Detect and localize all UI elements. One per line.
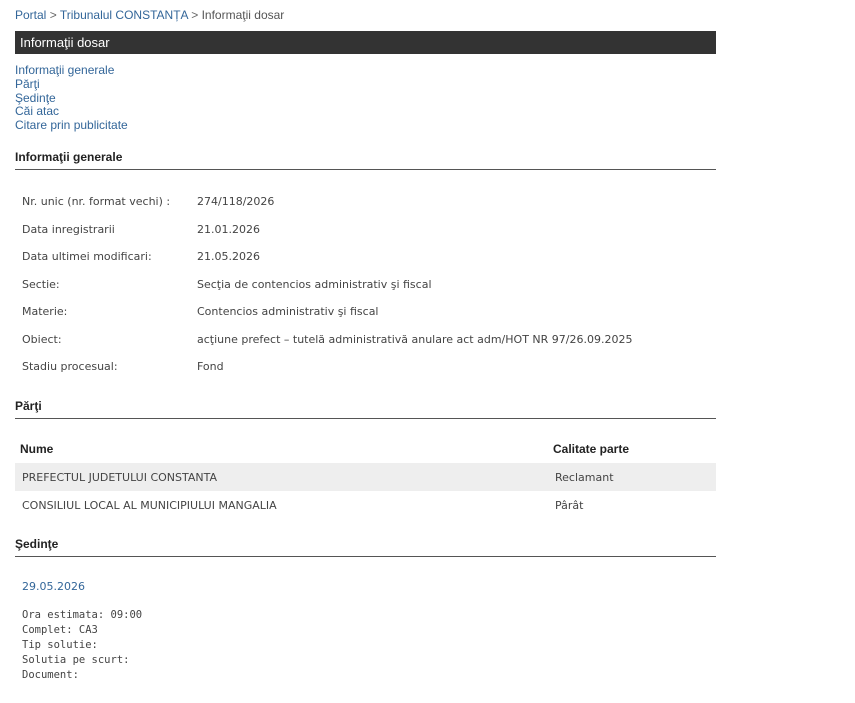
info-row: Materie: Contencios administrativ şi fis… <box>15 298 716 326</box>
info-value: Secţia de contencios administrativ şi fi… <box>197 277 432 291</box>
info-row: Stadiu procesual: Fond <box>15 353 716 381</box>
table-row: PREFECTUL JUDETULUI CONSTANTA Reclamant <box>15 463 716 491</box>
hearing-estimated-time: Ora estimata: 09:00 <box>22 609 143 621</box>
breadcrumb-current: Informaţii dosar <box>201 8 285 22</box>
table-header-row: Nume Calitate parte <box>15 435 716 463</box>
info-value: Fond <box>197 360 224 374</box>
party-role: Pârât <box>555 498 584 512</box>
info-row: Nr. unic (nr. format vechi) : 274/118/20… <box>15 188 716 216</box>
info-value: 21.05.2026 <box>197 250 260 264</box>
hearing-panel: Complet: CA3 <box>22 624 98 636</box>
breadcrumb: Portal > Tribunalul CONSTANȚA > Informaţ… <box>15 8 284 22</box>
nav-link-parti[interactable]: Părţi <box>15 77 128 92</box>
table-row: CONSILIUL LOCAL AL MUNICIPIULUI MANGALIA… <box>15 491 716 519</box>
info-label: Sectie: <box>22 277 60 291</box>
section-nav: Informaţii generale Părţi Şedinţe Căi at… <box>15 63 128 133</box>
info-label: Data ultimei modificari: <box>22 250 152 264</box>
section-header-sedinte: Şedinţe <box>15 537 716 557</box>
page-title: Informaţii dosar <box>15 31 716 54</box>
info-row: Data ultimei modificari: 21.05.2026 <box>15 243 716 271</box>
info-row: Data inregistrarii 21.01.2026 <box>15 216 716 244</box>
breadcrumb-tribunal-link[interactable]: Tribunalul CONSTANȚA <box>60 8 188 22</box>
breadcrumb-separator: > <box>191 8 199 22</box>
info-label: Data inregistrarii <box>22 222 115 236</box>
parti-table: Nume Calitate parte PREFECTUL JUDETULUI … <box>15 435 716 519</box>
hearing-solution-type: Tip solutie: <box>22 639 98 651</box>
info-label: Nr. unic (nr. format vechi) : <box>22 195 171 209</box>
nav-link-sedinte[interactable]: Şedinţe <box>15 91 128 106</box>
info-row: Obiect: acţiune prefect – tutelă adminis… <box>15 326 716 354</box>
hearing-date-link[interactable]: 29.05.2026 <box>22 580 85 593</box>
hearing-details: Ora estimata: 09:00 Complet: CA3 Tip sol… <box>22 608 142 683</box>
breadcrumb-portal-link[interactable]: Portal <box>15 8 46 22</box>
nav-link-citare-publicitate[interactable]: Citare prin publicitate <box>15 118 128 133</box>
info-value: acţiune prefect – tutelă administrativă … <box>197 332 633 346</box>
section-header-informatii-generale: Informaţii generale <box>15 150 716 170</box>
nav-link-cai-atac[interactable]: Căi atac <box>15 105 128 119</box>
general-info-table: Nr. unic (nr. format vechi) : 274/118/20… <box>15 188 716 381</box>
info-label: Materie: <box>22 305 68 319</box>
info-label: Stadiu procesual: <box>22 360 118 374</box>
info-row: Sectie: Secţia de contencios administrat… <box>15 271 716 299</box>
hearing-document: Document: <box>22 669 79 681</box>
column-header-calitate: Calitate parte <box>553 442 630 456</box>
breadcrumb-separator: > <box>49 8 57 22</box>
nav-link-informatii-generale[interactable]: Informaţii generale <box>15 63 128 78</box>
section-header-parti: Părţi <box>15 399 716 419</box>
party-role: Reclamant <box>548 463 716 491</box>
party-name: CONSILIUL LOCAL AL MUNICIPIULUI MANGALIA <box>22 498 277 512</box>
info-value: Contencios administrativ şi fiscal <box>197 305 379 319</box>
info-value: 21.01.2026 <box>197 222 260 236</box>
info-value: 274/118/2026 <box>197 195 275 209</box>
hearing-solution-summary: Solutia pe scurt: <box>22 654 130 666</box>
party-name: PREFECTUL JUDETULUI CONSTANTA <box>15 463 548 491</box>
info-label: Obiect: <box>22 332 62 346</box>
column-header-nume: Nume <box>20 442 54 456</box>
